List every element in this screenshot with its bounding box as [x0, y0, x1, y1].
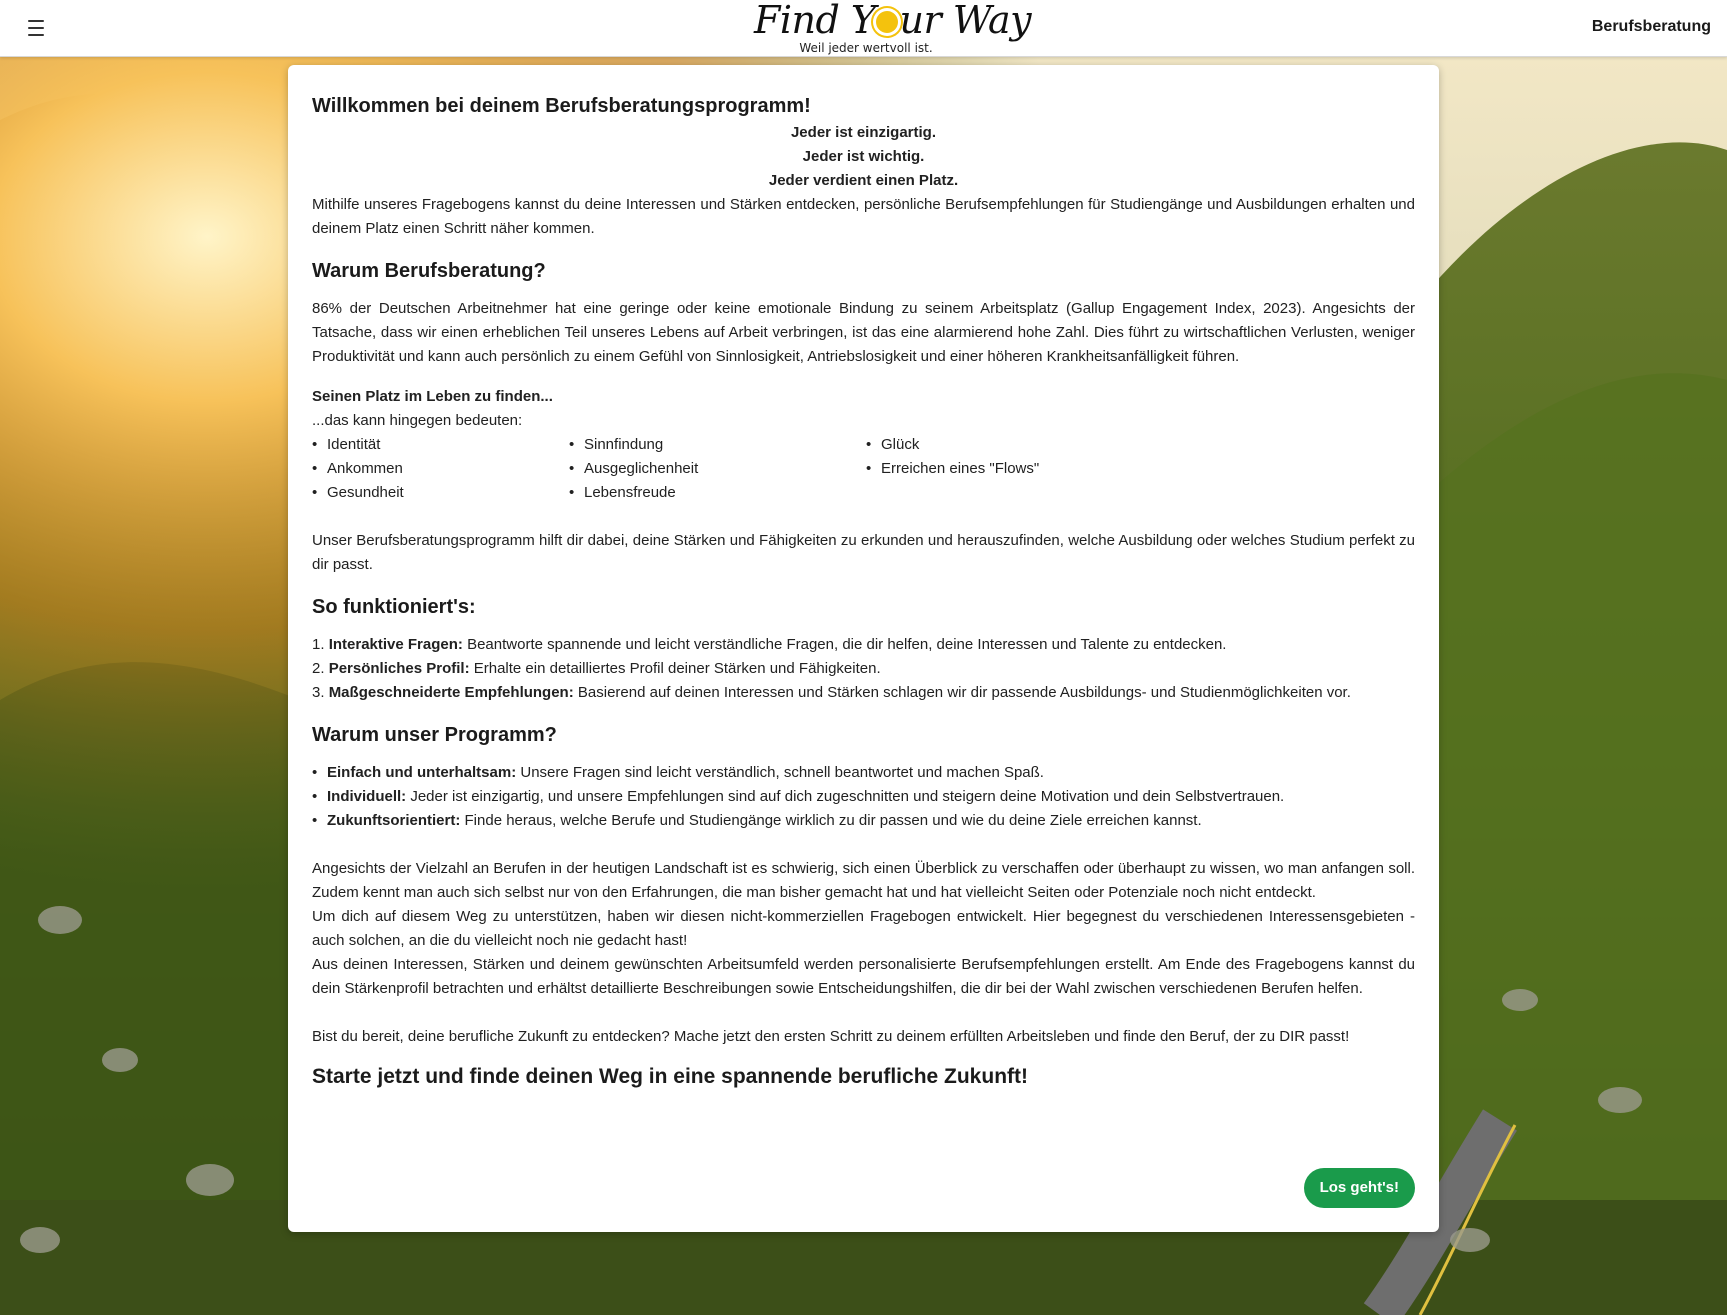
- step-number: 1.: [312, 636, 325, 653]
- step-item: 2. Persönliches Profil: Erhalte ein deta…: [312, 657, 1415, 681]
- benefit-item: Individuell: Jeder ist einzigartig, und …: [312, 785, 1415, 809]
- section-heading-why: Warum Berufsberatung?: [312, 260, 546, 282]
- list-item: Ausgeglichenheit: [569, 457, 866, 481]
- step-text: Erhalte ein detailliertes Profil deiner …: [469, 660, 881, 677]
- intro-text: Mithilfe unseres Fragebogens kannst du d…: [312, 196, 1415, 237]
- start-button[interactable]: Los geht's!: [1303, 1168, 1415, 1208]
- cta-heading: Starte jetzt und finde deinen Weg in ein…: [312, 1065, 1028, 1088]
- content-card: Willkommen bei deinem Berufsberatungspro…: [288, 65, 1439, 1232]
- benefit-item: Einfach und unterhaltsam: Unsere Fragen …: [312, 761, 1415, 785]
- step-text: Basierend auf deinen Interessen und Stär…: [573, 684, 1351, 701]
- logo-tagline: Weil jeder wertvoll ist.: [799, 41, 933, 55]
- page-title: Willkommen bei deinem Berufsberatungspro…: [312, 95, 811, 117]
- list-item: Lebensfreude: [569, 481, 866, 505]
- benefits-list: Einfach und unterhaltsam: Unsere Fragen …: [312, 761, 1415, 833]
- cta-container: Los geht's!: [1303, 1168, 1415, 1208]
- meaning-column: Glück Erreichen eines "Flows": [866, 433, 1039, 505]
- step-text: Beantworte spannende und leicht verständ…: [462, 636, 1227, 653]
- find-your-way-logo[interactable]: Find Y ur Way Weil jeder wertvoll ist.: [754, 0, 1032, 56]
- step-number: 2.: [312, 660, 325, 677]
- benefit-text: Jeder ist einzigartig, und unsere Empfeh…: [406, 788, 1285, 805]
- list-item: Ankommen: [312, 457, 569, 481]
- step-label: Maßgeschneiderte Empfehlungen:: [328, 684, 574, 701]
- meaning-column: Identität Ankommen Gesundheit: [312, 433, 569, 505]
- menu-line: [28, 20, 44, 22]
- benefit-text: Unsere Fragen sind leicht verständlich, …: [516, 764, 1044, 781]
- nav-link-berufsberatung[interactable]: Berufsberatung: [1592, 18, 1711, 36]
- paragraph-support: Um dich auf diesem Weg zu unterstützen, …: [312, 908, 1415, 949]
- logo-title: Find Y ur Way: [754, 0, 1032, 43]
- list-item: Gesundheit: [312, 481, 569, 505]
- steps-list: 1. Interaktive Fragen: Beantworte spanne…: [312, 633, 1415, 705]
- meaning-list: Identität Ankommen Gesundheit Sinnfindun…: [312, 433, 1415, 505]
- paragraph-overview: Angesichts der Vielzahl an Berufen in de…: [312, 860, 1415, 901]
- top-navigation-bar: Find Y ur Way Weil jeder wertvoll ist. Be…: [0, 0, 1727, 57]
- sun-icon: [876, 10, 899, 33]
- section-heading-how: So funktioniert's:: [312, 596, 476, 618]
- list-item: Sinnfindung: [569, 433, 866, 457]
- step-label: Interaktive Fragen:: [328, 636, 463, 653]
- menu-line: [28, 34, 44, 36]
- place-heading: Seinen Platz im Leben zu finden...: [312, 388, 553, 405]
- benefit-label: Individuell:: [327, 788, 407, 805]
- list-item: Glück: [866, 433, 1039, 457]
- motto-line: Jeder ist wichtig.: [802, 148, 925, 165]
- step-item: 3. Maßgeschneiderte Empfehlungen: Basier…: [312, 681, 1415, 705]
- section-heading-program: Warum unser Programm?: [312, 724, 557, 746]
- place-subheading: ...das kann hingegen bedeuten:: [312, 412, 523, 429]
- paragraph-recommendations: Aus deinen Interessen, Stärken und deine…: [312, 956, 1415, 997]
- program-help-text: Unser Berufsberatungsprogramm hilft dir …: [312, 532, 1415, 573]
- menu-line: [28, 27, 44, 29]
- benefit-label: Einfach und unterhaltsam:: [327, 764, 517, 781]
- motto-line: Jeder ist einzigartig.: [790, 124, 937, 141]
- why-text: 86% der Deutschen Arbeitnehmer hat eine …: [312, 300, 1415, 365]
- list-item: Identität: [312, 433, 569, 457]
- meaning-column: Sinnfindung Ausgeglichenheit Lebensfreud…: [569, 433, 866, 505]
- motto-line: Jeder verdient einen Platz.: [768, 172, 959, 189]
- step-number: 3.: [312, 684, 325, 701]
- step-label: Persönliches Profil:: [328, 660, 470, 677]
- list-item: Erreichen eines "Flows": [866, 457, 1039, 481]
- step-item: 1. Interaktive Fragen: Beantworte spanne…: [312, 633, 1415, 657]
- logo-title-part2: ur Way: [899, 0, 1032, 42]
- paragraph-ready: Bist du bereit, deine berufliche Zukunft…: [312, 1028, 1350, 1045]
- benefit-item: Zukunftsorientiert: Finde heraus, welche…: [312, 809, 1415, 833]
- benefit-text: Finde heraus, welche Berufe und Studieng…: [460, 812, 1202, 829]
- benefit-label: Zukunftsorientiert:: [327, 812, 461, 829]
- logo-title-part1: Find Y: [754, 0, 876, 42]
- hamburger-menu-icon[interactable]: [26, 18, 46, 38]
